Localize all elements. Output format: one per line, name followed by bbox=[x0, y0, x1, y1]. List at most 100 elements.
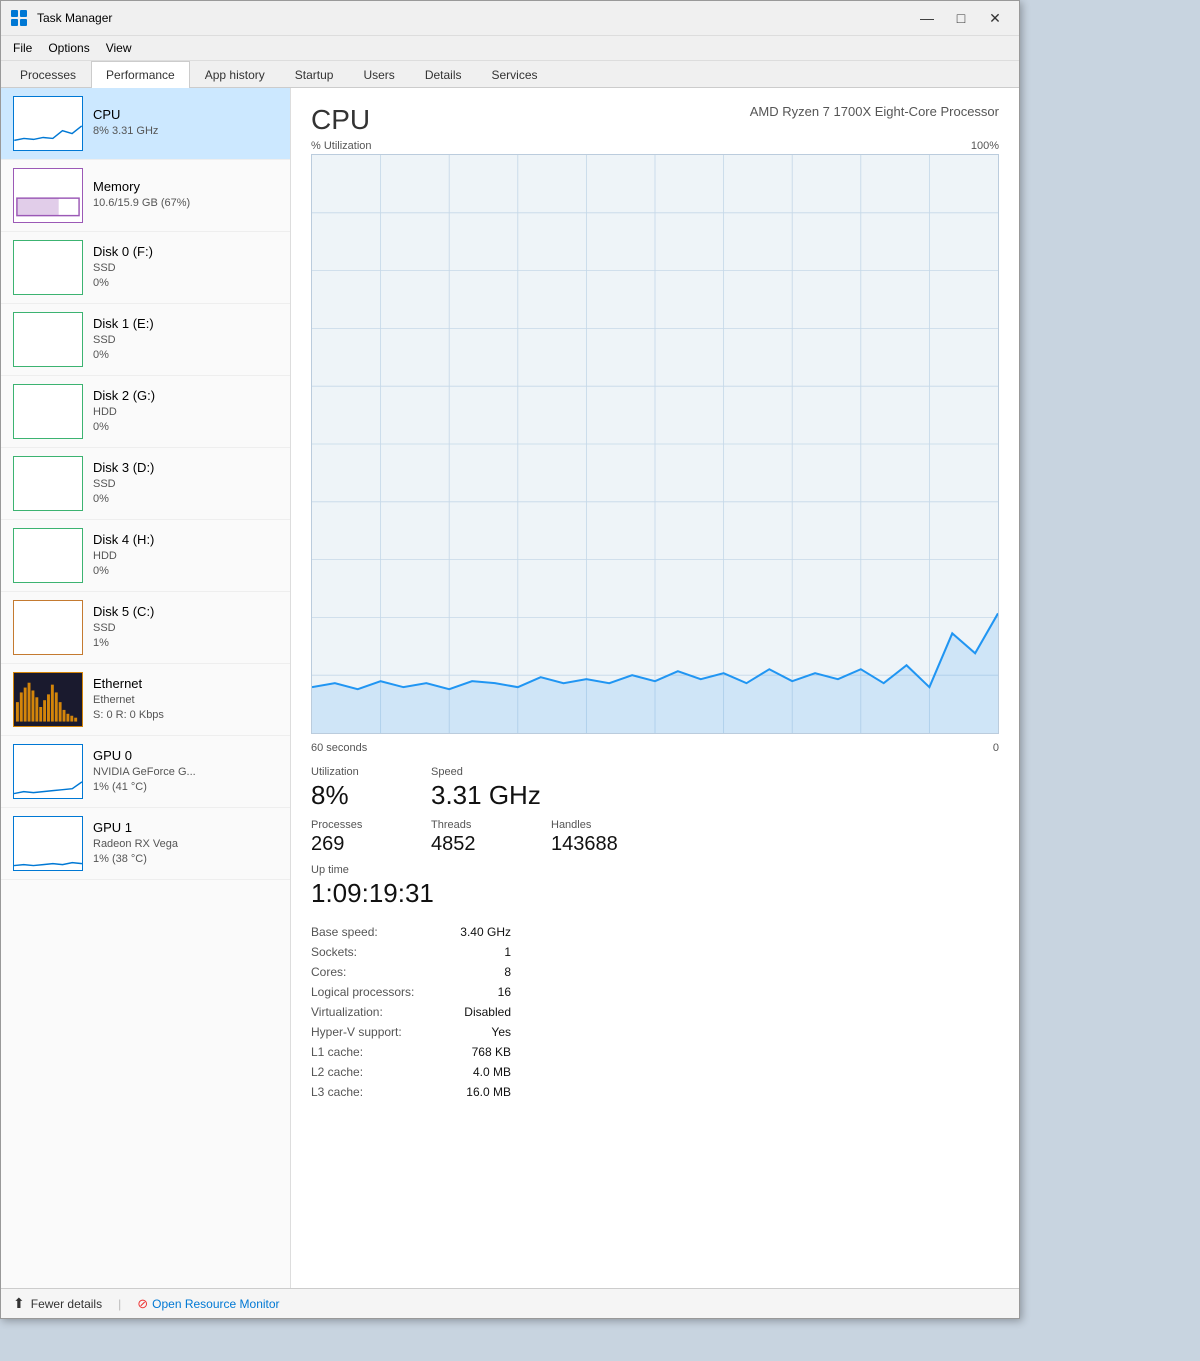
content-area: CPU 8% 3.31 GHz Memory 10.6/15.9 GB (67%… bbox=[1, 88, 1019, 1288]
gpu1-info: GPU 1 Radeon RX Vega 1% (38 °C) bbox=[93, 820, 278, 868]
utilization-value: 8% bbox=[311, 780, 391, 811]
sidebar-item-disk0[interactable]: Disk 0 (F:) SSD 0% bbox=[1, 232, 290, 304]
disk4-thumbnail bbox=[13, 528, 83, 583]
disk2-info: Disk 2 (G:) HDD 0% bbox=[93, 388, 278, 436]
resource-monitor-icon: ⊘ bbox=[137, 1296, 148, 1312]
menu-options[interactable]: Options bbox=[40, 38, 97, 58]
uptime-value: 1:09:19:31 bbox=[311, 878, 434, 909]
disk3-sub1: SSD bbox=[93, 477, 278, 492]
threads-label: Threads bbox=[431, 819, 511, 831]
disk0-sub2: 0% bbox=[93, 276, 278, 291]
handles-label: Handles bbox=[551, 819, 631, 831]
sidebar-item-disk2[interactable]: Disk 2 (G:) HDD 0% bbox=[1, 376, 290, 448]
disk4-name: Disk 4 (H:) bbox=[93, 532, 278, 547]
hyperv-val: Yes bbox=[431, 1025, 511, 1039]
disk0-sub1: SSD bbox=[93, 261, 278, 276]
speed-value: 3.31 GHz bbox=[431, 780, 541, 811]
y-axis-label: % Utilization bbox=[311, 140, 372, 152]
task-manager-window: Task Manager — □ ✕ File Options View Pro… bbox=[0, 0, 1020, 1319]
memory-sidebar-info: Memory 10.6/15.9 GB (67%) bbox=[93, 179, 278, 211]
processes-stat: Processes 269 bbox=[311, 819, 391, 856]
processes-value: 269 bbox=[311, 833, 391, 856]
main-panel: CPU AMD Ryzen 7 1700X Eight-Core Process… bbox=[291, 88, 1019, 1288]
sidebar-item-disk5[interactable]: Disk 5 (C:) SSD 1% bbox=[1, 592, 290, 664]
cpu-sub: 8% 3.31 GHz bbox=[93, 124, 278, 139]
cpu-model: AMD Ryzen 7 1700X Eight-Core Processor bbox=[750, 104, 999, 119]
menu-bar: File Options View bbox=[1, 36, 1019, 61]
disk5-thumbnail bbox=[13, 600, 83, 655]
l1-row: L1 cache: 768 KB bbox=[311, 1045, 511, 1059]
disk2-sub2: 0% bbox=[93, 420, 278, 435]
stats-row-uptime: Up time 1:09:19:31 bbox=[311, 864, 999, 909]
sidebar-item-disk1[interactable]: Disk 1 (E:) SSD 0% bbox=[1, 304, 290, 376]
speed-stat: Speed 3.31 GHz bbox=[431, 766, 541, 811]
memory-thumbnail bbox=[13, 168, 83, 223]
disk5-name: Disk 5 (C:) bbox=[93, 604, 278, 619]
minimize-button[interactable]: — bbox=[911, 7, 943, 29]
sidebar-item-ethernet[interactable]: Ethernet Ethernet S: 0 R: 0 Kbps bbox=[1, 664, 290, 736]
gpu1-thumbnail bbox=[13, 816, 83, 871]
tab-processes[interactable]: Processes bbox=[5, 61, 91, 88]
sidebar-item-memory[interactable]: Memory 10.6/15.9 GB (67%) bbox=[1, 160, 290, 232]
speed-label: Speed bbox=[431, 766, 541, 778]
sidebar-item-gpu0[interactable]: GPU 0 NVIDIA GeForce G... 1% (41 °C) bbox=[1, 736, 290, 808]
gpu1-sub2: 1% (38 °C) bbox=[93, 852, 278, 867]
l3-val: 16.0 MB bbox=[431, 1085, 511, 1099]
virtualization-val: Disabled bbox=[431, 1005, 511, 1019]
fewer-details-button[interactable]: ⬆ Fewer details bbox=[13, 1295, 102, 1312]
handles-value: 143688 bbox=[551, 833, 631, 856]
detail-col-1: Base speed: 3.40 GHz Sockets: 1 Cores: 8… bbox=[311, 925, 511, 1099]
tab-services[interactable]: Services bbox=[477, 61, 553, 88]
ethernet-info: Ethernet Ethernet S: 0 R: 0 Kbps bbox=[93, 676, 278, 724]
open-resource-monitor-button[interactable]: ⊘ Open Resource Monitor bbox=[137, 1296, 279, 1312]
disk5-sub2: 1% bbox=[93, 636, 278, 651]
disk2-thumbnail bbox=[13, 384, 83, 439]
utilization-stat: Utilization 8% bbox=[311, 766, 391, 811]
cores-row: Cores: 8 bbox=[311, 965, 511, 979]
sidebar: CPU 8% 3.31 GHz Memory 10.6/15.9 GB (67%… bbox=[1, 88, 291, 1288]
logical-row: Logical processors: 16 bbox=[311, 985, 511, 999]
tab-users[interactable]: Users bbox=[348, 61, 409, 88]
disk3-sub2: 0% bbox=[93, 492, 278, 507]
tab-app-history[interactable]: App history bbox=[190, 61, 280, 88]
separator: | bbox=[118, 1297, 121, 1311]
menu-view[interactable]: View bbox=[98, 38, 140, 58]
disk5-sub1: SSD bbox=[93, 621, 278, 636]
tab-startup[interactable]: Startup bbox=[280, 61, 349, 88]
close-button[interactable]: ✕ bbox=[979, 7, 1011, 29]
y-axis-max: 100% bbox=[971, 140, 999, 152]
base-speed-val: 3.40 GHz bbox=[431, 925, 511, 939]
window-title: Task Manager bbox=[37, 11, 911, 25]
sidebar-item-disk3[interactable]: Disk 3 (D:) SSD 0% bbox=[1, 448, 290, 520]
disk0-thumbnail bbox=[13, 240, 83, 295]
menu-file[interactable]: File bbox=[5, 38, 40, 58]
tab-details[interactable]: Details bbox=[410, 61, 477, 88]
sidebar-item-disk4[interactable]: Disk 4 (H:) HDD 0% bbox=[1, 520, 290, 592]
maximize-button[interactable]: □ bbox=[945, 7, 977, 29]
x-axis-end: 0 bbox=[993, 742, 999, 754]
ethernet-sub1: Ethernet bbox=[93, 693, 278, 708]
disk5-info: Disk 5 (C:) SSD 1% bbox=[93, 604, 278, 652]
cpu-name: CPU bbox=[93, 107, 278, 122]
base-speed-row: Base speed: 3.40 GHz bbox=[311, 925, 511, 939]
tab-performance[interactable]: Performance bbox=[91, 61, 190, 88]
x-axis-start: 60 seconds bbox=[311, 742, 367, 754]
sockets-key: Sockets: bbox=[311, 945, 357, 959]
sockets-val: 1 bbox=[431, 945, 511, 959]
disk3-info: Disk 3 (D:) SSD 0% bbox=[93, 460, 278, 508]
memory-name: Memory bbox=[93, 179, 278, 194]
window-controls: — □ ✕ bbox=[911, 7, 1011, 29]
ethernet-sub2: S: 0 R: 0 Kbps bbox=[93, 708, 278, 723]
sidebar-item-cpu[interactable]: CPU 8% 3.31 GHz bbox=[1, 88, 290, 160]
sockets-row: Sockets: 1 bbox=[311, 945, 511, 959]
disk1-sub1: SSD bbox=[93, 333, 278, 348]
disk3-thumbnail bbox=[13, 456, 83, 511]
title-bar: Task Manager — □ ✕ bbox=[1, 1, 1019, 36]
l3-row: L3 cache: 16.0 MB bbox=[311, 1085, 511, 1099]
virtualization-key: Virtualization: bbox=[311, 1005, 383, 1019]
disk1-sub2: 0% bbox=[93, 348, 278, 363]
disk3-name: Disk 3 (D:) bbox=[93, 460, 278, 475]
disk2-sub1: HDD bbox=[93, 405, 278, 420]
sidebar-item-gpu1[interactable]: GPU 1 Radeon RX Vega 1% (38 °C) bbox=[1, 808, 290, 880]
tab-bar: Processes Performance App history Startu… bbox=[1, 61, 1019, 88]
